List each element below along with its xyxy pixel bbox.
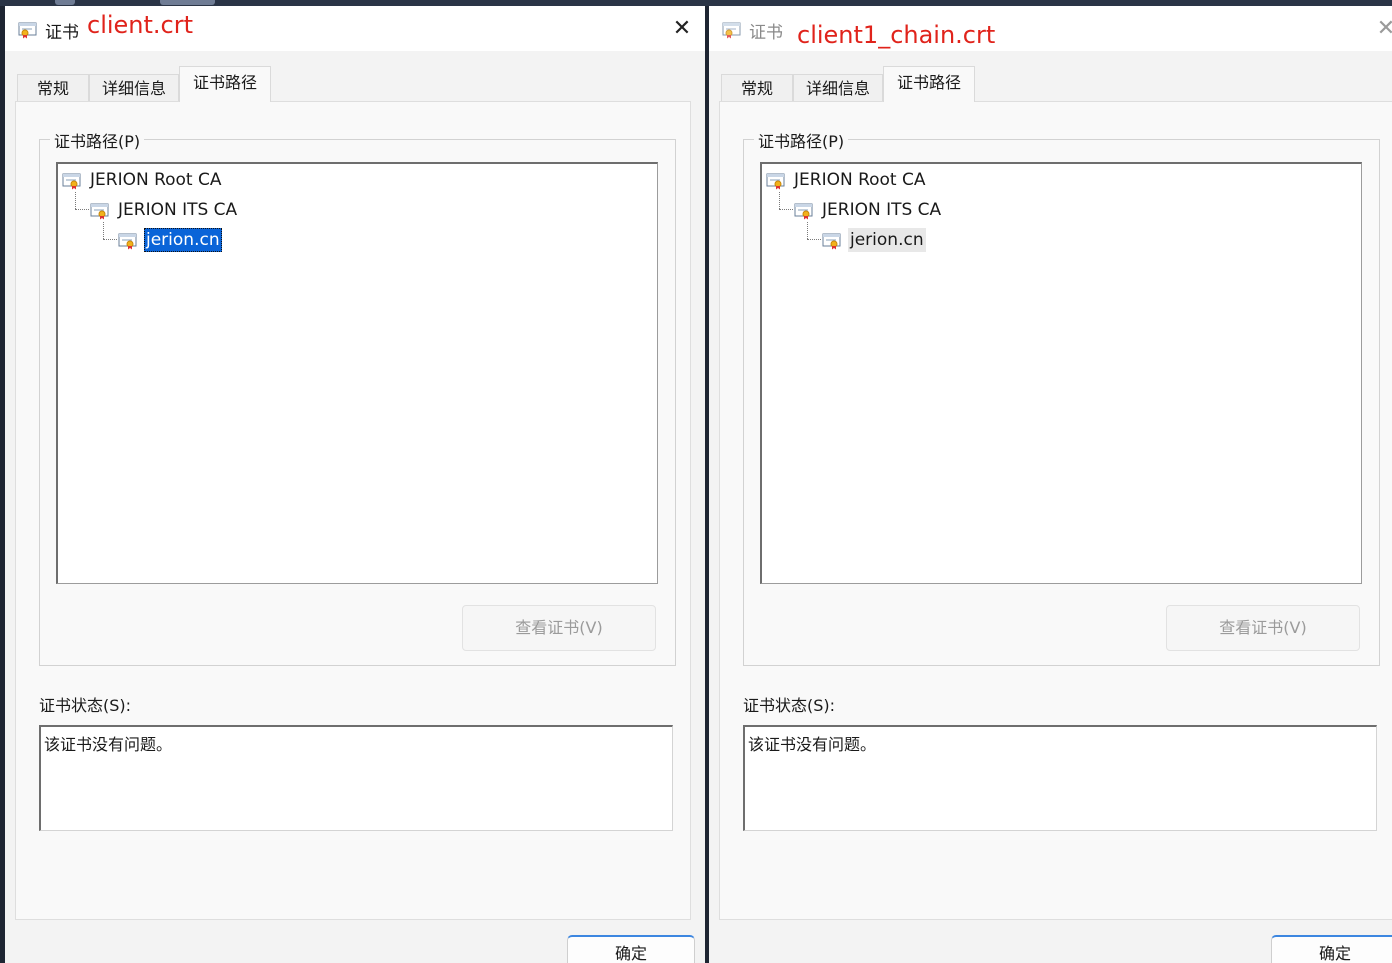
status-textbox[interactable]: 该证书没有问题。 xyxy=(39,725,673,831)
title-bar: 证书 client1_chain.crt ✕ xyxy=(709,6,1392,51)
tree-node-label: JERION Root CA xyxy=(794,170,926,190)
window-title: 证书 xyxy=(45,23,79,43)
view-certificate-button[interactable]: 查看证书(V) xyxy=(1166,605,1360,651)
tree-node-label: JERION ITS CA xyxy=(822,200,942,220)
tab-general[interactable]: 常规 xyxy=(721,74,793,102)
tab-panel: 证书路径(P) JERION Root CA JERION ITS CA jer… xyxy=(719,101,1392,920)
tree-node-label: JERION ITS CA xyxy=(118,200,238,220)
ok-button[interactable]: 确定 xyxy=(567,935,695,963)
certificate-icon xyxy=(90,202,110,220)
close-button[interactable]: ✕ xyxy=(1369,14,1392,44)
certificate-tree[interactable]: JERION Root CA JERION ITS CA jerion.cn xyxy=(56,162,658,584)
certificate-tree[interactable]: JERION Root CA JERION ITS CA jerion.cn xyxy=(760,162,1362,584)
certificate-icon xyxy=(62,172,82,190)
background-window-edge xyxy=(55,0,75,5)
certificate-dialog-chain: 证书 client1_chain.crt ✕ 常规 详细信息 证书路径 证书路径… xyxy=(709,6,1392,963)
filename-annotation: client.crt xyxy=(87,11,194,39)
certificate-icon xyxy=(822,232,842,250)
title-bar: 证书 client.crt ✕ xyxy=(5,6,705,51)
tab-certification-path[interactable]: 证书路径 xyxy=(883,66,975,102)
close-button[interactable]: ✕ xyxy=(665,14,699,44)
tab-details[interactable]: 详细信息 xyxy=(89,74,179,102)
tree-node-label-selected: jerion.cn xyxy=(144,228,222,252)
status-label: 证书状态(S): xyxy=(39,696,132,715)
status-textbox[interactable]: 该证书没有问题。 xyxy=(743,725,1377,831)
ok-button[interactable]: 确定 xyxy=(1271,935,1392,963)
tab-general[interactable]: 常规 xyxy=(17,74,89,102)
tree-node-label: JERION Root CA xyxy=(90,170,222,190)
certificate-icon xyxy=(118,232,138,250)
certificate-icon xyxy=(766,172,786,190)
certificate-icon xyxy=(794,202,814,220)
tree-node-label-hover: jerion.cn xyxy=(848,228,926,252)
certificate-dialog-client: 证书 client.crt ✕ 常规 详细信息 证书路径 证书路径(P) JER… xyxy=(5,6,705,963)
group-title: 证书路径(P) xyxy=(754,128,849,152)
group-title: 证书路径(P) xyxy=(50,128,145,152)
certificate-icon xyxy=(18,21,38,39)
window-title: 证书 xyxy=(749,23,783,43)
certification-path-group: 证书路径(P) JERION Root CA JERION ITS CA jer… xyxy=(39,128,676,666)
certificate-icon xyxy=(722,21,742,39)
tab-certification-path[interactable]: 证书路径 xyxy=(179,66,271,102)
status-label: 证书状态(S): xyxy=(743,696,836,715)
background-window-edge xyxy=(160,0,215,5)
tab-panel: 证书路径(P) JERION Root CA JERION ITS CA jer… xyxy=(15,101,691,920)
filename-annotation: client1_chain.crt xyxy=(797,21,996,49)
view-certificate-button[interactable]: 查看证书(V) xyxy=(462,605,656,651)
tab-details[interactable]: 详细信息 xyxy=(793,74,883,102)
certification-path-group: 证书路径(P) JERION Root CA JERION ITS CA jer… xyxy=(743,128,1380,666)
